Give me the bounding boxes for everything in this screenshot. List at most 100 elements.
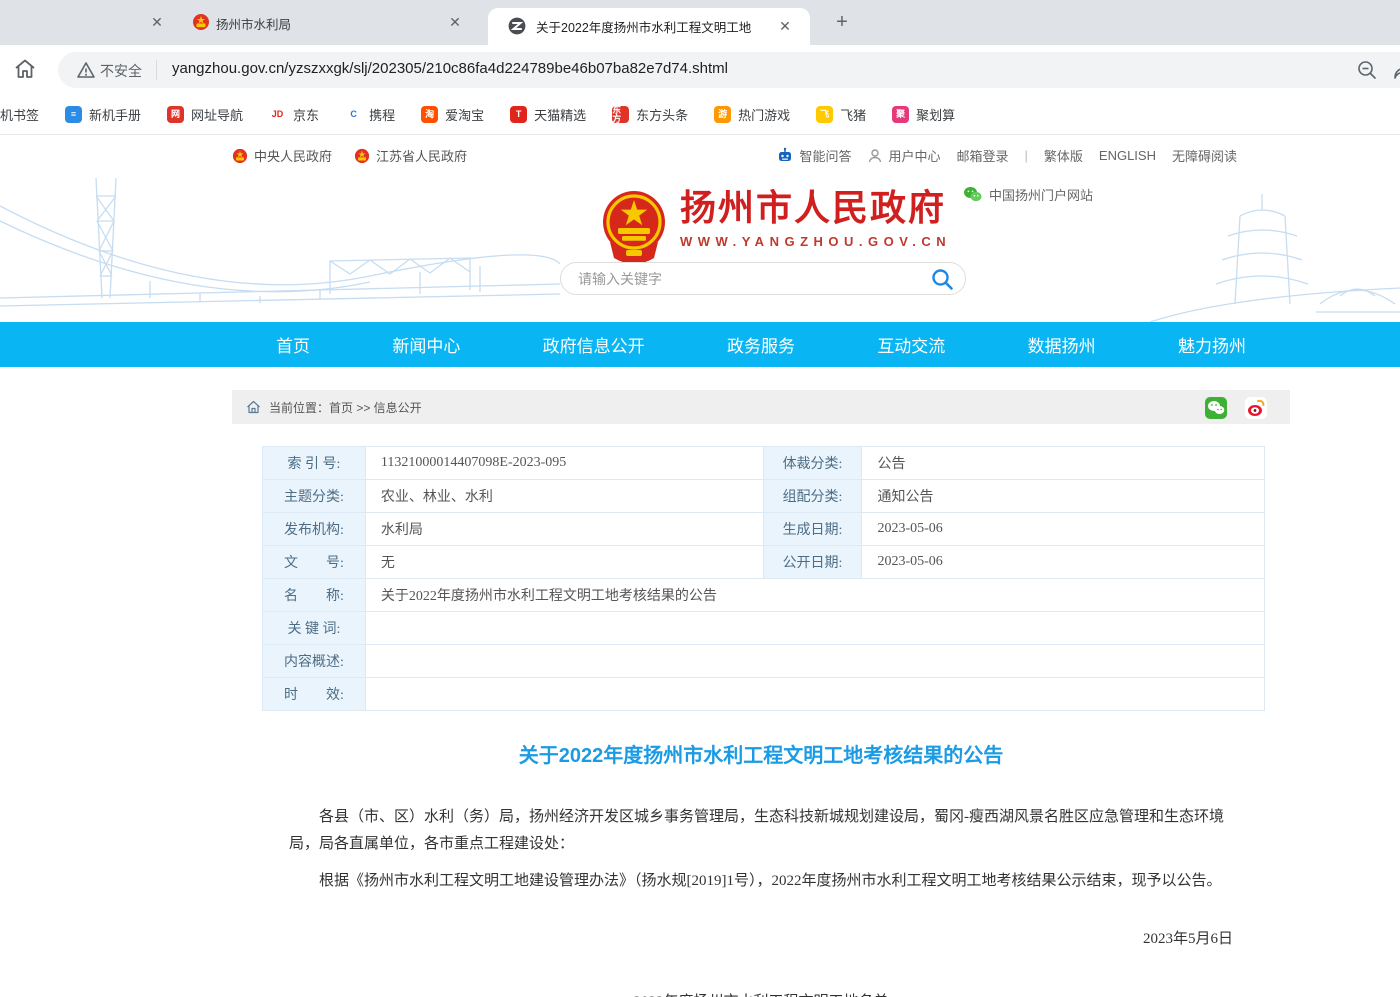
meta-label: 体裁分类: <box>763 447 862 480</box>
bookmark-label: 东方头条 <box>636 105 688 124</box>
smart-qa-link[interactable]: 智能问答 <box>776 146 851 165</box>
table-row: 时 效: <box>263 678 1265 711</box>
bookmark-favicon-icon: 飞 <box>816 106 833 123</box>
english-version-link[interactable]: ENGLISH <box>1099 148 1156 163</box>
bookmark-label: 飞猪 <box>840 105 866 124</box>
bookmark-favicon-icon: 淘 <box>421 106 438 123</box>
document-meta-table: 索 引 号: 11321000014407098E-2023-095 体裁分类:… <box>262 446 1265 711</box>
article-title: 关于2022年度扬州市水利工程文明工地考核结果的公告 <box>289 739 1233 768</box>
bookmark-label: 天猫精选 <box>534 105 586 124</box>
meta-label: 文 号: <box>263 546 366 579</box>
not-secure-warning-icon[interactable] <box>76 60 96 80</box>
new-tab-button[interactable]: + <box>828 9 856 37</box>
meta-value: 水利局 <box>365 513 763 546</box>
meta-value: 11321000014407098E-2023-095 <box>365 447 763 480</box>
wechat-share-icon[interactable] <box>1204 396 1228 420</box>
meta-label: 主题分类: <box>263 480 366 513</box>
portal-label: 中国扬州门户网站 <box>989 185 1093 204</box>
bookmark-item[interactable]: 飞 飞猪 <box>816 105 866 124</box>
tab2-close-icon[interactable]: ✕ <box>446 13 464 31</box>
tab3-close-icon[interactable]: ✕ <box>776 17 794 35</box>
table-row: 内容概述: <box>263 645 1265 678</box>
table-row: 文 号: 无 公开日期: 2023-05-06 <box>263 546 1265 579</box>
meta-value: 2023-05-06 <box>862 513 1265 546</box>
bookmark-favicon-icon: 东方 <box>612 106 629 123</box>
article-paragraph: 根据《扬州市水利工程文明工地建设管理办法》（扬水规[2019]1号），2022年… <box>289 868 1233 895</box>
nav-item[interactable]: 数据扬州 <box>1028 332 1096 357</box>
user-center-label: 用户中心 <box>888 146 940 165</box>
bookmark-item[interactable]: ≡ 新机手册 <box>65 105 141 124</box>
weibo-share-icon[interactable] <box>1244 396 1268 420</box>
browser-tab-strip: ✕ 扬州市水利局 ✕ 关于2022年度扬州市水利工程文明工地 ✕ + <box>0 0 1400 45</box>
url-text[interactable]: yangzhou.gov.cn/yzszxxgk/slj/202305/210c… <box>172 60 728 77</box>
browser-toolbar: 不安全 yangzhou.gov.cn/yzszxxgk/slj/202305/… <box>0 45 1400 95</box>
bookmark-label: 京东 <box>293 105 319 124</box>
bookmark-label: 爱淘宝 <box>445 105 484 124</box>
gov-utilities: 智能问答 用户中心 邮箱登录 | 繁体版 ENGLISH 无障碍阅读 <box>776 135 1237 176</box>
bookmark-favicon-icon: 网 <box>167 106 184 123</box>
table-row: 主题分类: 农业、林业、水利 组配分类: 通知公告 <box>263 480 1265 513</box>
site-logo[interactable]: 扬州市人民政府 WWW.YANGZHOU.GOV.CN <box>598 188 951 266</box>
nav-item[interactable]: 首页 <box>276 332 310 357</box>
traditional-version-link[interactable]: 繁体版 <box>1044 146 1083 165</box>
nav-item[interactable]: 政府信息公开 <box>543 332 645 357</box>
bookmark-label: 聚划算 <box>916 105 955 124</box>
gov-links: 中央人民政府 江苏省人民政府 <box>232 135 467 176</box>
tab-active-announcement[interactable]: 关于2022年度扬州市水利工程文明工地 ✕ <box>488 8 810 45</box>
nav-item[interactable]: 政务服务 <box>727 332 795 357</box>
gov-link-label: 江苏省人民政府 <box>376 146 467 165</box>
nav-item[interactable]: 新闻中心 <box>392 332 460 357</box>
bookmark-item[interactable]: JD 京东 <box>269 105 319 124</box>
home-breadcrumb-icon[interactable] <box>246 400 261 414</box>
wechat-icon <box>963 186 982 203</box>
site-url: WWW.YANGZHOU.GOV.CN <box>680 234 951 249</box>
share-icon[interactable] <box>1392 59 1400 83</box>
gov-emblem-icon <box>232 148 248 164</box>
bookmark-item[interactable]: 网 网址导航 <box>167 105 243 124</box>
bookmark-item[interactable]: T 天猫精选 <box>510 105 586 124</box>
table-row: 索 引 号: 11321000014407098E-2023-095 体裁分类:… <box>263 447 1265 480</box>
bookmark-item[interactable]: 淘 爱淘宝 <box>421 105 484 124</box>
tab1-close-icon[interactable]: ✕ <box>148 13 166 31</box>
accessibility-link[interactable]: 无障碍阅读 <box>1172 146 1237 165</box>
zoom-out-icon[interactable] <box>1356 59 1378 81</box>
user-center-link[interactable]: 用户中心 <box>867 146 940 165</box>
bookmark-favicon-icon: ≡ <box>65 106 82 123</box>
breadcrumb-text[interactable]: 当前位置：首页 >> 信息公开 <box>269 399 422 416</box>
address-bar[interactable]: 不安全 yangzhou.gov.cn/yzszxxgk/slj/202305/… <box>58 52 1400 88</box>
bookmark-partial-label[interactable]: 机书签 <box>0 105 39 124</box>
main-nav: 首页 新闻中心 政府信息公开 政务服务 互动交流 数据扬州 魅力扬州 <box>0 322 1400 367</box>
search-icon[interactable] <box>930 267 955 292</box>
national-emblem-icon <box>598 188 670 266</box>
mail-login-link[interactable]: 邮箱登录 <box>956 146 1008 165</box>
robot-icon <box>776 147 794 165</box>
bookmark-label: 网址导航 <box>191 105 243 124</box>
article-list-title: 2022年度扬州市水利工程文明工地名单 <box>289 990 1233 997</box>
security-status-label: 不安全 <box>100 61 142 81</box>
bookmark-favicon-icon: 游 <box>714 106 731 123</box>
nav-item[interactable]: 魅力扬州 <box>1178 332 1246 357</box>
bookmark-favicon-icon: 聚 <box>892 106 909 123</box>
bookmark-item[interactable]: 东方 东方头条 <box>612 105 688 124</box>
meta-value: 2023-05-06 <box>862 546 1265 579</box>
meta-label: 时 效: <box>263 678 366 711</box>
omnibox-divider <box>156 60 157 80</box>
gov-portal-link[interactable]: 中央人民政府 <box>232 146 332 165</box>
bookmark-item[interactable]: 聚 聚划算 <box>892 105 955 124</box>
bookmark-item[interactable]: 游 热门游戏 <box>714 105 790 124</box>
bookmark-item[interactable]: C 携程 <box>345 105 395 124</box>
bookmark-label: 新机手册 <box>89 105 141 124</box>
portal-badge[interactable]: 中国扬州门户网站 <box>963 185 1093 204</box>
bookmark-list: ≡ 新机手册 网 网址导航 JD 京东 C 携程 淘 爱淘宝 <box>65 105 955 124</box>
bookmark-favicon-icon: T <box>510 106 527 123</box>
site-search <box>560 262 966 295</box>
search-input[interactable] <box>578 264 918 293</box>
tab-title: 关于2022年度扬州市水利工程文明工地 <box>536 17 774 36</box>
home-icon[interactable] <box>12 56 38 82</box>
nav-item[interactable]: 互动交流 <box>877 332 945 357</box>
tab-title: 扬州市水利局 <box>216 14 436 33</box>
gov-portal-link[interactable]: 江苏省人民政府 <box>354 146 467 165</box>
tab-yangzhou-water-bureau[interactable]: 扬州市水利局 ✕ <box>170 0 488 45</box>
smart-qa-label: 智能问答 <box>799 146 851 165</box>
site-favicon-icon <box>508 17 526 35</box>
